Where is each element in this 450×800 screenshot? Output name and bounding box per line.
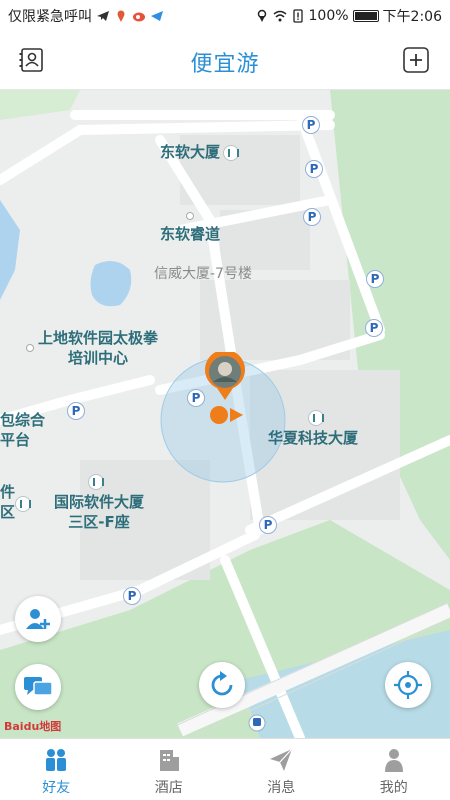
- poi-label: 东软睿道: [160, 225, 221, 243]
- poi-huaxia-tech[interactable]: 华夏科技大厦: [268, 410, 358, 448]
- battery-percent: 100%: [308, 8, 349, 24]
- poi-partial-left[interactable]: 件 区: [0, 482, 15, 522]
- locate-button[interactable]: [385, 662, 431, 708]
- map-view[interactable]: 东软大厦 东软睿道 信威大厦-7号楼 上地软件园太极拳 培训中心 包综合 平台 …: [0, 90, 450, 738]
- parking-icon: P: [305, 160, 323, 178]
- parking-icon: P: [259, 516, 277, 534]
- map-pin-icon: [117, 10, 125, 22]
- poi-dot: [186, 212, 194, 220]
- send-icon: [151, 11, 163, 21]
- tab-messages[interactable]: 消息: [225, 739, 338, 800]
- bus-stop-icon: [248, 714, 266, 732]
- poi-label: 信威大厦-7号楼: [154, 266, 252, 282]
- tab-label: 好友: [42, 780, 71, 796]
- parking-icon: P: [303, 208, 321, 226]
- locate-icon: [394, 671, 422, 699]
- hotel-icon: [159, 750, 179, 771]
- tab-label: 我的: [379, 780, 408, 796]
- tab-friends[interactable]: 好友: [0, 739, 113, 800]
- building-icon: [223, 144, 240, 161]
- parking-icon: P: [187, 389, 205, 407]
- building-icon: [308, 410, 324, 426]
- poi-dongruan-ruidao[interactable]: 东软睿道: [160, 224, 220, 244]
- telegram-icon: [97, 11, 109, 21]
- poi-dot: [26, 344, 34, 352]
- poi-label: 华夏科技大厦: [268, 429, 359, 447]
- sim-alert-icon: [292, 9, 303, 23]
- location-icon: [257, 9, 266, 22]
- poi-label: 三区-F座: [68, 513, 130, 531]
- parking-icon: P: [302, 116, 320, 134]
- poi-xinwei-building[interactable]: 信威大厦-7号楼: [154, 264, 252, 284]
- poi-label: 东软大厦: [160, 143, 221, 161]
- clock: 下午2:06: [382, 9, 442, 25]
- refresh-button[interactable]: [199, 662, 245, 708]
- poi-partial-complex[interactable]: 包综合 平台: [0, 410, 45, 450]
- refresh-icon: [211, 671, 233, 696]
- profile-icon: [384, 749, 403, 772]
- chat-icon: [24, 677, 53, 696]
- poi-label: 平台: [0, 431, 31, 449]
- wifi-icon: [273, 10, 286, 22]
- poi-label: 国际软件大厦: [54, 493, 145, 511]
- building-icon: [88, 474, 104, 490]
- tab-label: 酒店: [154, 780, 183, 796]
- status-bar: 仅限紧急呼叫 100% 下午2:06: [0, 0, 450, 32]
- add-square-icon[interactable]: [402, 46, 430, 74]
- poi-taiji-center[interactable]: 上地软件园太极拳 培训中心: [38, 328, 158, 368]
- message-icon: [270, 748, 293, 771]
- poi-label: 件: [0, 483, 16, 501]
- poi-label: 包综合: [0, 411, 46, 429]
- poi-international-software[interactable]: 国际软件大厦 三区-F座: [54, 474, 144, 532]
- battery-icon: [352, 10, 379, 22]
- poi-dongruan-building[interactable]: 东软大厦: [160, 142, 240, 162]
- map-attribution: Baidu地图: [4, 720, 62, 733]
- page-title: 便宜游: [190, 52, 260, 77]
- bottom-tab-bar: 好友 酒店 消息 我的: [0, 738, 450, 800]
- add-user-icon: [26, 609, 50, 629]
- friends-icon: [46, 749, 67, 771]
- tab-label: 消息: [267, 780, 296, 796]
- carrier-text: 仅限紧急呼叫: [8, 9, 92, 25]
- friend-avatar-pin[interactable]: [203, 352, 247, 402]
- poi-label: 上地软件园太极拳: [38, 329, 159, 347]
- chat-button[interactable]: [15, 664, 61, 710]
- parking-icon: P: [366, 270, 384, 288]
- poi-label: 培训中心: [68, 349, 129, 367]
- parking-icon: P: [67, 402, 85, 420]
- building-icon: [15, 496, 31, 512]
- weibo-icon: [133, 12, 145, 22]
- tab-hotel[interactable]: 酒店: [113, 739, 226, 800]
- tab-profile[interactable]: 我的: [338, 739, 450, 800]
- parking-icon: P: [365, 319, 383, 337]
- poi-label: 区: [0, 503, 16, 521]
- add-friend-button[interactable]: [15, 596, 61, 642]
- parking-icon: P: [123, 587, 141, 605]
- app-header: 便宜游: [0, 32, 450, 90]
